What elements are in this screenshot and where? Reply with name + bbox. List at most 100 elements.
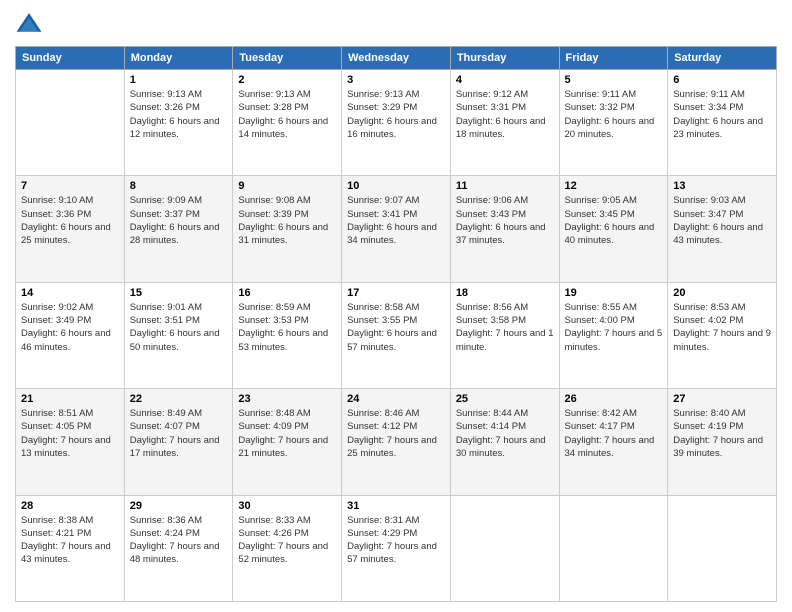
sunrise-label: Sunrise: 9:13 AM bbox=[130, 89, 202, 100]
cell-date-number: 1 bbox=[130, 74, 228, 86]
sunset-label: Sunset: 3:47 PM bbox=[673, 209, 743, 220]
cell-date-number: 16 bbox=[238, 287, 336, 299]
sunrise-label: Sunrise: 9:07 AM bbox=[347, 195, 419, 206]
sunrise-label: Sunrise: 9:03 AM bbox=[673, 195, 745, 206]
daylight-label: Daylight: 6 hours and 16 minutes. bbox=[347, 116, 437, 140]
cell-date-number: 2 bbox=[238, 74, 336, 86]
daylight-label: Daylight: 7 hours and 39 minutes. bbox=[673, 435, 763, 459]
cell-info: Sunrise: 8:42 AMSunset: 4:17 PMDaylight:… bbox=[565, 407, 663, 460]
cell-date-number: 21 bbox=[21, 393, 119, 405]
cell-info: Sunrise: 9:13 AM Sunset: 3:26 PM Daylight:… bbox=[130, 88, 228, 141]
calendar-week-2: 7Sunrise: 9:10 AMSunset: 3:36 PMDaylight… bbox=[16, 176, 777, 282]
cell-date-number: 5 bbox=[565, 74, 663, 86]
calendar-cell: 11Sunrise: 9:06 AMSunset: 3:43 PMDayligh… bbox=[450, 176, 559, 282]
cell-date-number: 22 bbox=[130, 393, 228, 405]
sunset-label: Sunset: 4:29 PM bbox=[347, 528, 417, 539]
day-header-saturday: Saturday bbox=[668, 47, 777, 70]
calendar-cell: 10Sunrise: 9:07 AMSunset: 3:41 PMDayligh… bbox=[342, 176, 451, 282]
cell-info: Sunrise: 8:36 AMSunset: 4:24 PMDaylight:… bbox=[130, 514, 228, 567]
cell-info: Sunrise: 8:40 AMSunset: 4:19 PMDaylight:… bbox=[673, 407, 771, 460]
sunrise-label: Sunrise: 8:36 AM bbox=[130, 515, 202, 526]
calendar-cell: 29Sunrise: 8:36 AMSunset: 4:24 PMDayligh… bbox=[124, 495, 233, 601]
sunrise-label: Sunrise: 8:46 AM bbox=[347, 408, 419, 419]
daylight-label: Daylight: 7 hours and 21 minutes. bbox=[238, 435, 328, 459]
calendar-cell: 30Sunrise: 8:33 AMSunset: 4:26 PMDayligh… bbox=[233, 495, 342, 601]
sunset-label: Sunset: 4:14 PM bbox=[456, 421, 526, 432]
daylight-label: Daylight: 7 hours and 48 minutes. bbox=[130, 541, 220, 565]
daylight-label: Daylight: 6 hours and 53 minutes. bbox=[238, 328, 328, 352]
calendar-cell bbox=[16, 70, 125, 176]
calendar-cell: 20Sunrise: 8:53 AMSunset: 4:02 PMDayligh… bbox=[668, 282, 777, 388]
sunset-label: Sunset: 3:28 PM bbox=[238, 102, 308, 113]
cell-date-number: 28 bbox=[21, 500, 119, 512]
calendar-cell bbox=[450, 495, 559, 601]
cell-date-number: 10 bbox=[347, 180, 445, 192]
calendar-week-4: 21 Sunrise: 8:51 AMSunset: 4:05 PMDayligh… bbox=[16, 389, 777, 495]
calendar-cell: 2 Sunrise: 9:13 AM Sunset: 3:28 PM Daylight… bbox=[233, 70, 342, 176]
sunrise-label: Sunrise: 9:02 AM bbox=[21, 302, 93, 313]
calendar-cell bbox=[668, 495, 777, 601]
daylight-label: Daylight: 6 hours and 28 minutes. bbox=[130, 222, 220, 246]
daylight-label: Daylight: 6 hours and 57 minutes. bbox=[347, 328, 437, 352]
sunrise-label: Sunrise: 8:51 AM bbox=[21, 408, 93, 419]
sunrise-label: Sunrise: 9:13 AM bbox=[238, 89, 310, 100]
cell-info: Sunrise: 8:44 AMSunset: 4:14 PMDaylight:… bbox=[456, 407, 554, 460]
daylight-label: Daylight: 7 hours and 30 minutes. bbox=[456, 435, 546, 459]
calendar-cell: 17Sunrise: 8:58 AMSunset: 3:55 PMDayligh… bbox=[342, 282, 451, 388]
cell-info: Sunrise: 8:58 AMSunset: 3:55 PMDaylight:… bbox=[347, 301, 445, 354]
cell-date-number: 19 bbox=[565, 287, 663, 299]
sunset-label: Sunset: 3:31 PM bbox=[456, 102, 526, 113]
sunset-label: Sunset: 3:26 PM bbox=[130, 102, 200, 113]
daylight-label: Daylight: 7 hours and 9 minutes. bbox=[673, 328, 771, 352]
cell-date-number: 9 bbox=[238, 180, 336, 192]
cell-date-number: 7 bbox=[21, 180, 119, 192]
sunrise-label: Sunrise: 8:33 AM bbox=[238, 515, 310, 526]
daylight-label: Daylight: 7 hours and 17 minutes. bbox=[130, 435, 220, 459]
sunset-label: Sunset: 4:12 PM bbox=[347, 421, 417, 432]
cell-date-number: 20 bbox=[673, 287, 771, 299]
cell-info: Sunrise: 8:38 AMSunset: 4:21 PMDaylight:… bbox=[21, 514, 119, 567]
sunset-label: Sunset: 3:51 PM bbox=[130, 315, 200, 326]
sunset-label: Sunset: 3:49 PM bbox=[21, 315, 91, 326]
daylight-label: Daylight: 7 hours and 34 minutes. bbox=[565, 435, 655, 459]
sunset-label: Sunset: 4:09 PM bbox=[238, 421, 308, 432]
cell-info: Sunrise: 8:48 AMSunset: 4:09 PMDaylight:… bbox=[238, 407, 336, 460]
cell-info: Sunrise: 8:51 AMSunset: 4:05 PMDaylight:… bbox=[21, 407, 119, 460]
daylight-label: Daylight: 7 hours and 25 minutes. bbox=[347, 435, 437, 459]
daylight-label: Daylight: 7 hours and 1 minute. bbox=[456, 328, 554, 352]
daylight-label: Daylight: 7 hours and 43 minutes. bbox=[21, 541, 111, 565]
calendar-week-5: 28 Sunrise: 8:38 AMSunset: 4:21 PMDayligh… bbox=[16, 495, 777, 601]
cell-date-number: 18 bbox=[456, 287, 554, 299]
calendar-cell: 18Sunrise: 8:56 AMSunset: 3:58 PMDayligh… bbox=[450, 282, 559, 388]
daylight-label: Daylight: 6 hours and 50 minutes. bbox=[130, 328, 220, 352]
sunset-label: Sunset: 4:19 PM bbox=[673, 421, 743, 432]
calendar-table: SundayMondayTuesdayWednesdayThursdayFrid… bbox=[15, 46, 777, 602]
sunset-label: Sunset: 3:58 PM bbox=[456, 315, 526, 326]
calendar-cell bbox=[559, 495, 668, 601]
calendar-cell: 15Sunrise: 9:01 AMSunset: 3:51 PMDayligh… bbox=[124, 282, 233, 388]
calendar-cell: 14Sunrise: 9:02 AMSunset: 3:49 PMDayligh… bbox=[16, 282, 125, 388]
calendar-cell: 9 Sunrise: 9:08 AMSunset: 3:39 PMDaylight… bbox=[233, 176, 342, 282]
calendar-cell: 1 Sunrise: 9:13 AM Sunset: 3:26 PM Daylight… bbox=[124, 70, 233, 176]
sunrise-label: Sunrise: 9:01 AM bbox=[130, 302, 202, 313]
sunrise-label: Sunrise: 8:55 AM bbox=[565, 302, 637, 313]
daylight-label: Daylight: 6 hours and 14 minutes. bbox=[238, 116, 328, 140]
cell-info: Sunrise: 9:08 AMSunset: 3:39 PMDaylight:… bbox=[238, 194, 336, 247]
cell-date-number: 14 bbox=[21, 287, 119, 299]
calendar-cell: 19Sunrise: 8:55 AMSunset: 4:00 PMDayligh… bbox=[559, 282, 668, 388]
calendar-week-3: 14 Sunrise: 9:02 AM Sunset: 3:49 PM Dayligh… bbox=[16, 282, 777, 388]
logo-icon bbox=[15, 10, 43, 38]
cell-date-number: 27 bbox=[673, 393, 771, 405]
cell-date-number: 13 bbox=[673, 180, 771, 192]
daylight-label: Daylight: 6 hours and 43 minutes. bbox=[673, 222, 763, 246]
calendar-cell: 8Sunrise: 9:09 AMSunset: 3:37 PMDaylight… bbox=[124, 176, 233, 282]
day-header-tuesday: Tuesday bbox=[233, 47, 342, 70]
daylight-label: Daylight: 6 hours and 12 minutes. bbox=[130, 116, 220, 140]
sunrise-label: Sunrise: 9:13 AM bbox=[347, 89, 419, 100]
sunset-label: Sunset: 3:53 PM bbox=[238, 315, 308, 326]
cell-info: Sunrise: 9:12 AMSunset: 3:31 PMDaylight:… bbox=[456, 88, 554, 141]
calendar-cell: 25Sunrise: 8:44 AMSunset: 4:14 PMDayligh… bbox=[450, 389, 559, 495]
sunrise-label: Sunrise: 9:09 AM bbox=[130, 195, 202, 206]
cell-date-number: 6 bbox=[673, 74, 771, 86]
sunrise-label: Sunrise: 8:53 AM bbox=[673, 302, 745, 313]
